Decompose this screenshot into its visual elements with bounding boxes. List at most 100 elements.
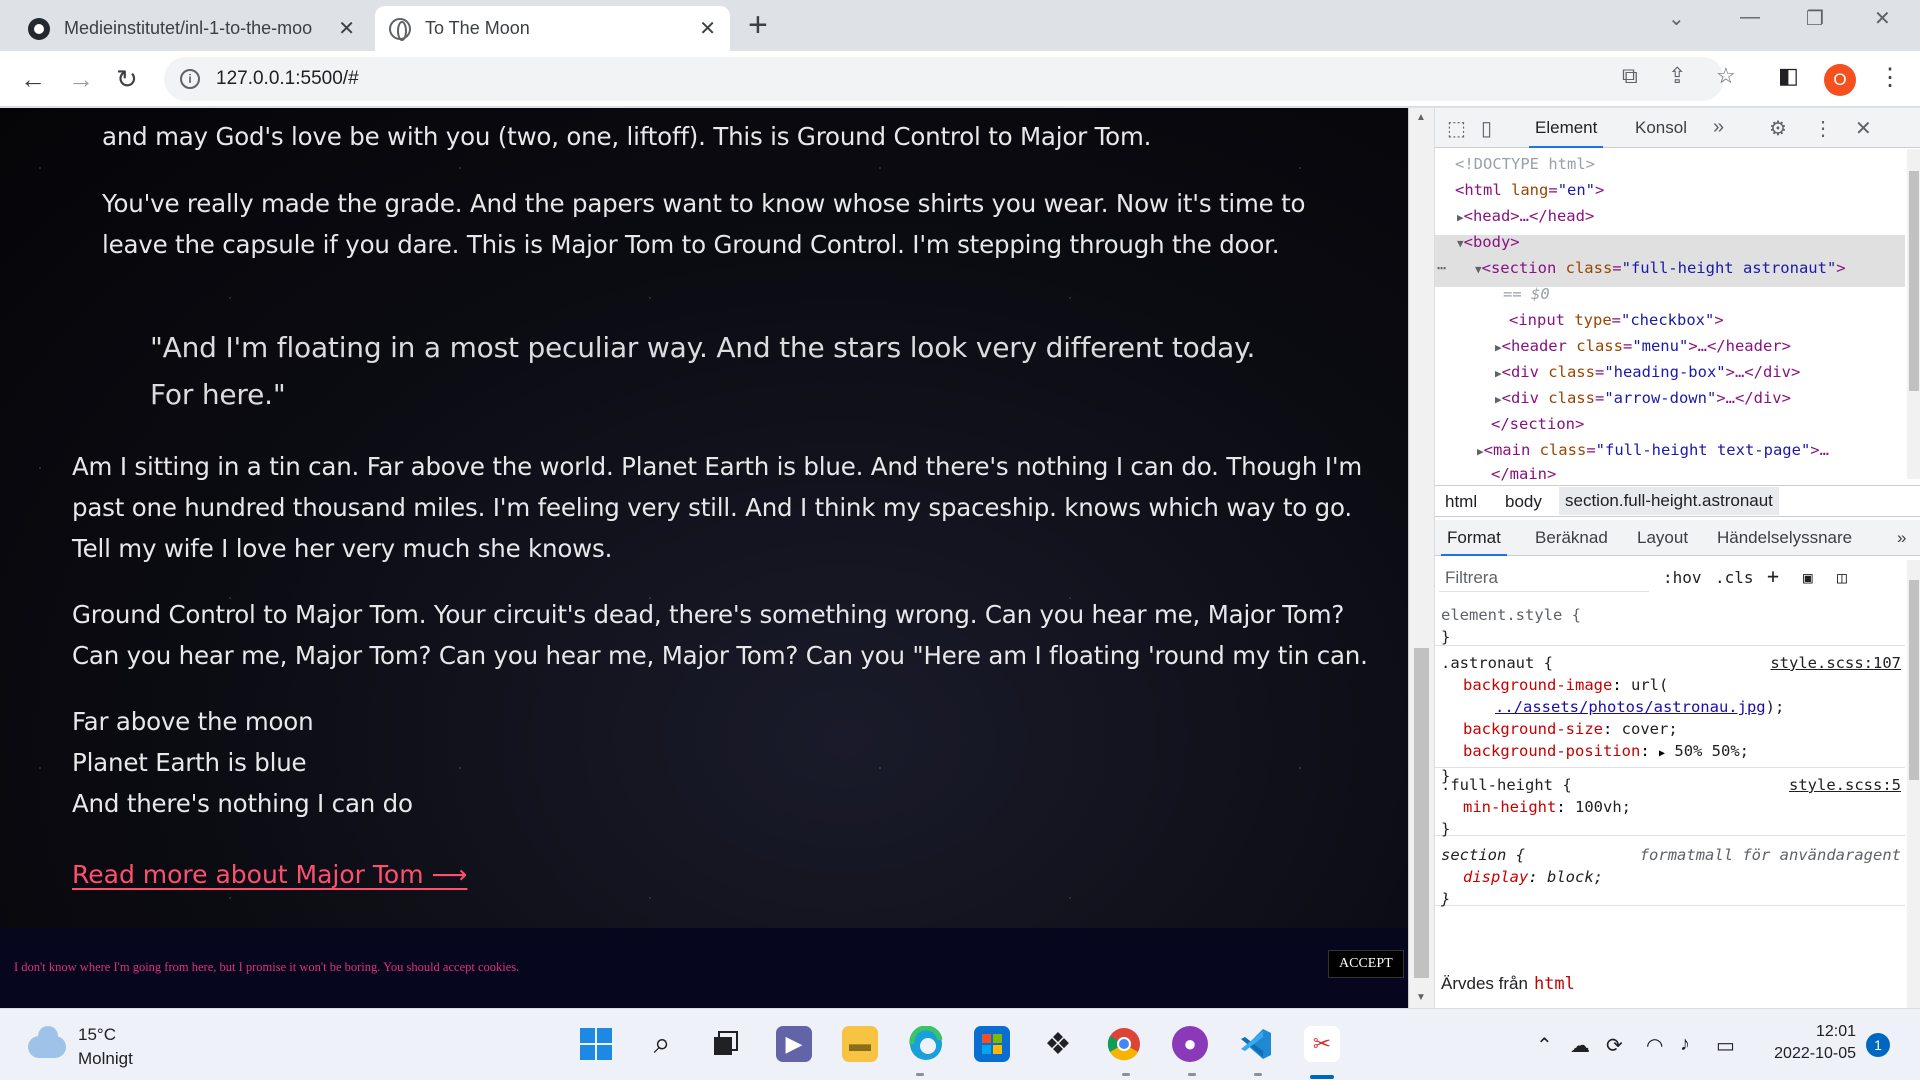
hover-state-toggle[interactable]: :hov [1663, 568, 1702, 587]
dom-node-section-close[interactable]: </section> [1491, 411, 1584, 437]
collapse-triangle-icon[interactable]: ▼ [1457, 237, 1464, 250]
accept-cookies-button[interactable]: ACCEPT [1328, 950, 1404, 978]
close-window-icon[interactable]: ✕ [1874, 6, 1891, 31]
tab-console[interactable]: Konsol [1635, 118, 1687, 138]
expand-triangle-icon[interactable]: ▶ [1495, 341, 1502, 354]
declaration[interactable]: ../assets/photos/astronau.jpg); [1441, 696, 1899, 718]
device-toolbar-icon[interactable]: ▯ [1481, 116, 1492, 141]
system-clock[interactable]: 12:01 2022-10-05 [1760, 1021, 1856, 1065]
minimize-icon[interactable]: — [1740, 6, 1760, 29]
reload-icon[interactable]: ↻ [116, 61, 138, 97]
search-icon[interactable]: ⌕ [644, 1026, 680, 1062]
profile-avatar[interactable]: O [1824, 64, 1856, 96]
file-explorer-icon[interactable]: ▬ [842, 1026, 878, 1062]
declaration[interactable]: background-size: cover; [1441, 718, 1899, 740]
wifi-icon[interactable]: ◠ [1646, 1033, 1663, 1058]
tab-github[interactable]: Medieinstitutet/inl-1-to-the-moo ✕ [14, 6, 369, 51]
address-bar[interactable]: i 127.0.0.1:5500/# [164, 57, 1724, 101]
rule-full-height[interactable]: .full-height { style.scss:5 min-height: … [1435, 770, 1905, 838]
more-panes-icon[interactable]: » [1897, 528, 1906, 548]
battery-icon[interactable]: ▭ [1716, 1033, 1735, 1058]
dom-node-html[interactable]: <html lang="en"> [1455, 177, 1604, 203]
expand-triangle-icon[interactable]: ▶ [1477, 445, 1484, 458]
site-info-icon[interactable]: i [180, 69, 200, 89]
weather-widget[interactable]: 15°C Molnigt [28, 1023, 133, 1071]
scroll-down-icon[interactable]: ▼ [1416, 992, 1426, 1003]
class-toggle[interactable]: .cls [1715, 568, 1754, 587]
dom-node-head[interactable]: ▶<head>…</head> [1457, 203, 1594, 231]
collapse-triangle-icon[interactable]: ▼ [1475, 263, 1482, 276]
dom-node-section[interactable]: ▼<section class="full-height astronaut"> [1475, 255, 1846, 283]
close-tab-icon[interactable]: ✕ [699, 16, 716, 41]
dom-scrollbar[interactable] [1907, 149, 1920, 479]
vscode-icon[interactable] [1238, 1026, 1274, 1062]
styles-filter-input[interactable] [1439, 564, 1649, 592]
scrollbar-thumb[interactable] [1909, 580, 1919, 780]
bookmark-star-icon[interactable]: ☆ [1716, 63, 1736, 89]
dropbox-icon[interactable]: ❖ [1040, 1026, 1076, 1062]
tab-computed[interactable]: Beräknad [1535, 528, 1608, 548]
breadcrumb-item[interactable]: html [1445, 492, 1477, 512]
microsoft-store-icon[interactable] [974, 1026, 1010, 1062]
add-rule-icon[interactable]: + [1767, 564, 1779, 588]
breadcrumb-item-active[interactable]: section.full-height.astronaut [1559, 487, 1779, 515]
new-tab-button[interactable]: + [748, 8, 768, 42]
scrollbar-thumb[interactable] [1909, 171, 1919, 391]
volume-icon[interactable]: ♪ [1680, 1033, 1690, 1056]
browser-menu-icon[interactable]: ⋮ [1878, 63, 1902, 92]
styles-scrollbar[interactable] [1907, 560, 1920, 1008]
scroll-up-icon[interactable]: ▲ [1416, 112, 1426, 123]
declaration[interactable]: background-image: url( [1441, 674, 1899, 696]
dom-node-body[interactable]: ▼<body> [1457, 229, 1520, 257]
declaration[interactable]: background-position: ▶ 50% 50%; [1441, 740, 1899, 765]
tab-layout[interactable]: Layout [1637, 528, 1688, 548]
settings-gear-icon[interactable]: ⚙ [1769, 116, 1787, 141]
rule-source-link[interactable]: style.scss:5 [1789, 774, 1901, 796]
expand-triangle-icon[interactable]: ▶ [1457, 211, 1464, 224]
tab-to-the-moon[interactable]: To The Moon ✕ [375, 6, 730, 51]
rule-source-link[interactable]: style.scss:107 [1770, 652, 1901, 674]
url-text[interactable]: 127.0.0.1:5500/# [216, 68, 359, 90]
dom-node-input[interactable]: <input type="checkbox"> [1509, 307, 1724, 333]
share-icon[interactable]: ⇪ [1668, 63, 1686, 89]
expand-triangle-icon[interactable]: ▶ [1495, 367, 1502, 380]
more-tabs-icon[interactable]: » [1713, 116, 1724, 139]
devtools-menu-icon[interactable]: ⋮ [1813, 116, 1833, 141]
dom-node-main-close[interactable]: </main> [1491, 461, 1556, 487]
task-view-icon[interactable] [708, 1026, 744, 1062]
edge-browser-icon[interactable] [908, 1026, 944, 1062]
github-desktop-icon[interactable]: ● [1172, 1026, 1208, 1062]
inspect-element-icon[interactable]: ⬚ [1447, 116, 1466, 141]
restore-icon[interactable]: ❐ [1806, 6, 1824, 31]
rule-astronaut[interactable]: .astronaut { style.scss:107 background-i… [1435, 648, 1905, 785]
sync-icon[interactable]: ⟳ [1606, 1033, 1623, 1058]
back-icon[interactable]: ← [20, 61, 46, 97]
paint-format-icon[interactable]: ▣ [1803, 568, 1813, 587]
tab-search-icon[interactable]: ⌄ [1668, 6, 1685, 31]
close-tab-icon[interactable]: ✕ [338, 16, 355, 41]
dom-node-header[interactable]: ▶<header class="menu">…</header> [1495, 333, 1791, 361]
notification-badge[interactable]: 1 [1866, 1033, 1890, 1057]
forward-icon[interactable]: → [68, 61, 94, 97]
expand-triangle-icon[interactable]: ▶ [1495, 393, 1502, 406]
scrollbar-thumb[interactable] [1414, 648, 1429, 978]
declaration[interactable]: min-height: 100vh; [1441, 796, 1899, 818]
inherited-tag[interactable]: html [1534, 974, 1575, 994]
breadcrumb-item[interactable]: body [1505, 492, 1542, 512]
node-actions-icon[interactable]: ⋯ [1437, 255, 1446, 281]
snipping-tool-icon[interactable]: ✂ [1304, 1026, 1340, 1062]
onedrive-cloud-icon[interactable]: ☁ [1570, 1033, 1590, 1058]
side-panel-icon[interactable]: ◧ [1778, 63, 1799, 89]
toggle-sidebar-icon[interactable]: ◫ [1837, 568, 1847, 587]
close-devtools-icon[interactable]: ✕ [1855, 116, 1872, 141]
dom-node-doctype[interactable]: <!DOCTYPE html> [1455, 151, 1595, 177]
dom-node-div-arrow-down[interactable]: ▶<div class="arrow-down">…</div> [1495, 385, 1791, 413]
expand-triangle-icon[interactable]: ▶ [1659, 748, 1665, 759]
teams-chat-icon[interactable]: ▶ [776, 1026, 812, 1062]
dom-node-div-heading-box[interactable]: ▶<div class="heading-box">…</div> [1495, 359, 1800, 387]
rule-section-user-agent[interactable]: section { formatmall för användaragent d… [1435, 840, 1905, 908]
tray-overflow-icon[interactable]: ⌃ [1536, 1033, 1553, 1058]
asset-link[interactable]: ../assets/photos/astronau.jpg [1495, 698, 1766, 716]
rule-element-style[interactable]: element.style { } [1435, 600, 1905, 646]
tab-event-listeners[interactable]: Händelselyssnare [1717, 528, 1852, 548]
